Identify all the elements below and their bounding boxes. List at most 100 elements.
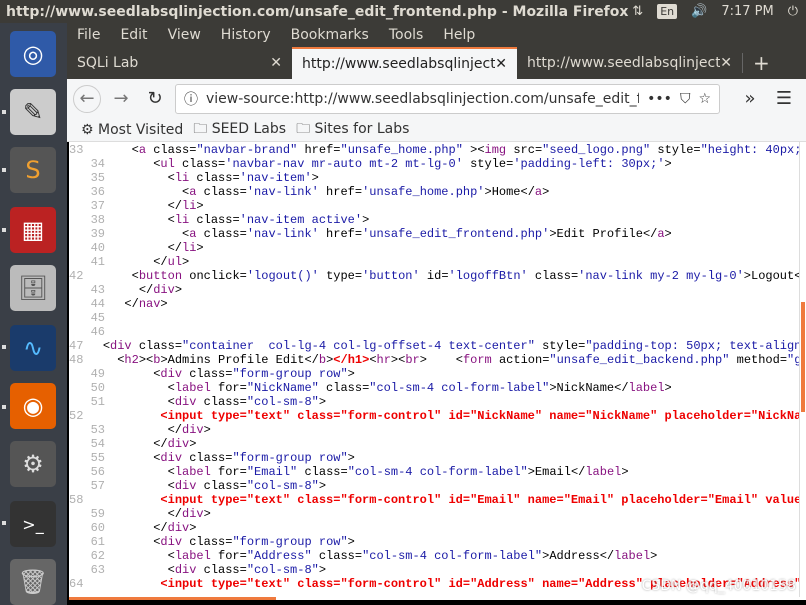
tag-name: a	[657, 227, 665, 241]
line-number: 61	[90, 535, 105, 549]
text-content: =	[239, 395, 247, 409]
attribute-value: "seed_logo.png"	[542, 143, 651, 157]
line-number: 45	[90, 311, 105, 325]
menu-history[interactable]: History	[211, 27, 281, 43]
text-content: =	[239, 185, 247, 199]
tab-seedlab[interactable]: http://www.seedlabsqlinjection.com/✕	[517, 47, 742, 79]
text-content: for	[210, 465, 240, 479]
attribute-value: 'nav-link'	[246, 227, 319, 241]
info-icon[interactable]: ⓘ	[184, 89, 198, 109]
text-content: src	[506, 143, 535, 157]
source-code: <label for="Address" class="col-sm-4 col…	[110, 549, 658, 563]
scrollbar-thumb[interactable]	[69, 597, 276, 600]
pocket-icon[interactable]: ⛉	[680, 91, 691, 107]
running-indicator	[2, 521, 6, 525]
tag-bracket: >	[189, 437, 197, 451]
sublime-text-icon[interactable]: S	[10, 147, 56, 193]
source-code: <a class="navbar-brand" href="unsafe_hom…	[88, 143, 806, 157]
ghex-icon[interactable]: ▦	[10, 207, 56, 253]
running-indicator	[2, 168, 6, 172]
back-button[interactable]: ←	[73, 84, 101, 113]
bookmark-most-visited[interactable]: ⚙ Most Visited	[81, 122, 183, 138]
attribute-value: 'navbar-nav mr-auto mt-2 mt-lg-0'	[225, 157, 463, 171]
watermark: CSDN @qq_40010158	[641, 578, 796, 594]
menu-view[interactable]: View	[158, 27, 211, 43]
clock[interactable]: 7:17 PM	[721, 4, 773, 19]
text-content: for	[210, 381, 240, 395]
text-content: =	[354, 185, 363, 199]
text-content: =	[239, 479, 247, 493]
menu-tools[interactable]: Tools	[379, 27, 434, 43]
attribute-value: 'logoffBtn'	[448, 269, 528, 283]
overflow-chevron-icon[interactable]: »	[736, 85, 764, 113]
line-number: 35	[90, 171, 105, 185]
tag-name: li	[182, 199, 197, 213]
close-tab-icon[interactable]: ✕	[270, 55, 282, 71]
bookmark-star-icon[interactable]: ☆	[698, 91, 711, 107]
tag-bracket: >	[621, 465, 629, 479]
scrollbar-thumb[interactable]	[801, 302, 805, 412]
menu-bookmarks[interactable]: Bookmarks	[281, 27, 379, 43]
text-content: =	[239, 549, 247, 563]
terminal-icon[interactable]: >_	[10, 501, 56, 547]
close-tab-icon[interactable]: ✕	[495, 56, 507, 72]
ubuntu-dash-icon[interactable]: ◎	[10, 31, 56, 77]
trash-icon[interactable]: 🗑	[10, 559, 56, 605]
tag-bracket: >	[160, 353, 168, 367]
volume-icon[interactable]: 🔊	[691, 4, 707, 19]
source-code: <div class="form-group row">	[110, 451, 355, 465]
attribute-value: "form-group row"	[232, 535, 348, 549]
menu-edit[interactable]: Edit	[110, 27, 157, 43]
line-number: 52	[69, 409, 84, 423]
menu-file[interactable]: File	[67, 27, 110, 43]
source-line: 36 <a class='nav-link' href='unsafe_home…	[69, 185, 806, 199]
url-bar[interactable]: ⓘ view-source:http://www.seedlabsqlinjec…	[175, 83, 720, 114]
source-code: <ul class='navbar-nav mr-auto mt-2 mt-lg…	[110, 157, 672, 171]
source-line: 47 <div class="container col-lg-4 col-lg…	[69, 339, 806, 353]
power-icon[interactable]: ⏻	[788, 4, 798, 19]
source-code: <div class="col-sm-8">	[110, 395, 326, 409]
bookmark-label: Sites for Labs	[314, 120, 410, 137]
horizontal-scrollbar[interactable]	[69, 597, 806, 600]
tag-name: div	[182, 423, 204, 437]
tag-name: img	[484, 143, 507, 157]
text-content: style	[650, 143, 694, 157]
firefox-icon[interactable]: ◉	[10, 383, 56, 429]
tag-bracket: >	[196, 199, 204, 213]
tab-sqli-lab[interactable]: SQLi Lab ✕	[67, 47, 292, 79]
text-content: Address	[549, 549, 600, 563]
tag-name: form	[462, 353, 492, 367]
text-content: class	[146, 143, 190, 157]
source-code: <a class='nav-link' href='unsafe_home.ph…	[110, 185, 549, 199]
source-code: </div>	[110, 507, 211, 521]
tag-bracket: <	[167, 465, 175, 479]
source-code: </nav>	[110, 297, 167, 311]
tag-bracket: <	[167, 563, 175, 577]
close-tab-icon[interactable]: ✕	[720, 55, 732, 71]
text-content: Email	[534, 465, 571, 479]
bookmark-sites-for-labs[interactable]: 🗀 Sites for Labs	[296, 118, 409, 142]
reload-button[interactable]: ↻	[141, 85, 169, 113]
text-content: =	[239, 563, 247, 577]
source-code: <div class="form-group row">	[110, 535, 355, 549]
bookmark-seed-labs[interactable]: 🗀 SEED Labs	[193, 118, 286, 142]
folder-icon: 🗀	[193, 120, 208, 137]
text-editor-icon[interactable]: ✎	[10, 89, 56, 135]
line-number: 64	[69, 577, 84, 591]
tag-bracket: </	[167, 507, 183, 521]
menu-help[interactable]: Help	[433, 27, 485, 43]
network-icon[interactable]: ⇅	[632, 4, 643, 19]
line-number: 42	[69, 269, 84, 283]
hamburger-menu-icon[interactable]: ☰	[770, 85, 798, 113]
tab-view-source[interactable]: http://www.seedlabsqlinjection.com/unsaf…	[292, 47, 517, 79]
page-actions-icon[interactable]: •••	[647, 91, 672, 107]
wireshark-icon[interactable]: ∿	[10, 325, 56, 371]
keyboard-layout-indicator[interactable]: En	[657, 4, 678, 19]
settings-icon[interactable]: ⚙	[10, 441, 56, 487]
vertical-scrollbar[interactable]	[799, 142, 806, 597]
new-tab-button[interactable]: +	[742, 51, 780, 75]
forward-button[interactable]: →	[107, 85, 135, 113]
file-manager-icon[interactable]: 🗄	[10, 265, 56, 311]
tag-bracket: >	[318, 479, 327, 493]
url-text[interactable]: view-source:http://www.seedlabsqlinjecti…	[206, 91, 639, 107]
